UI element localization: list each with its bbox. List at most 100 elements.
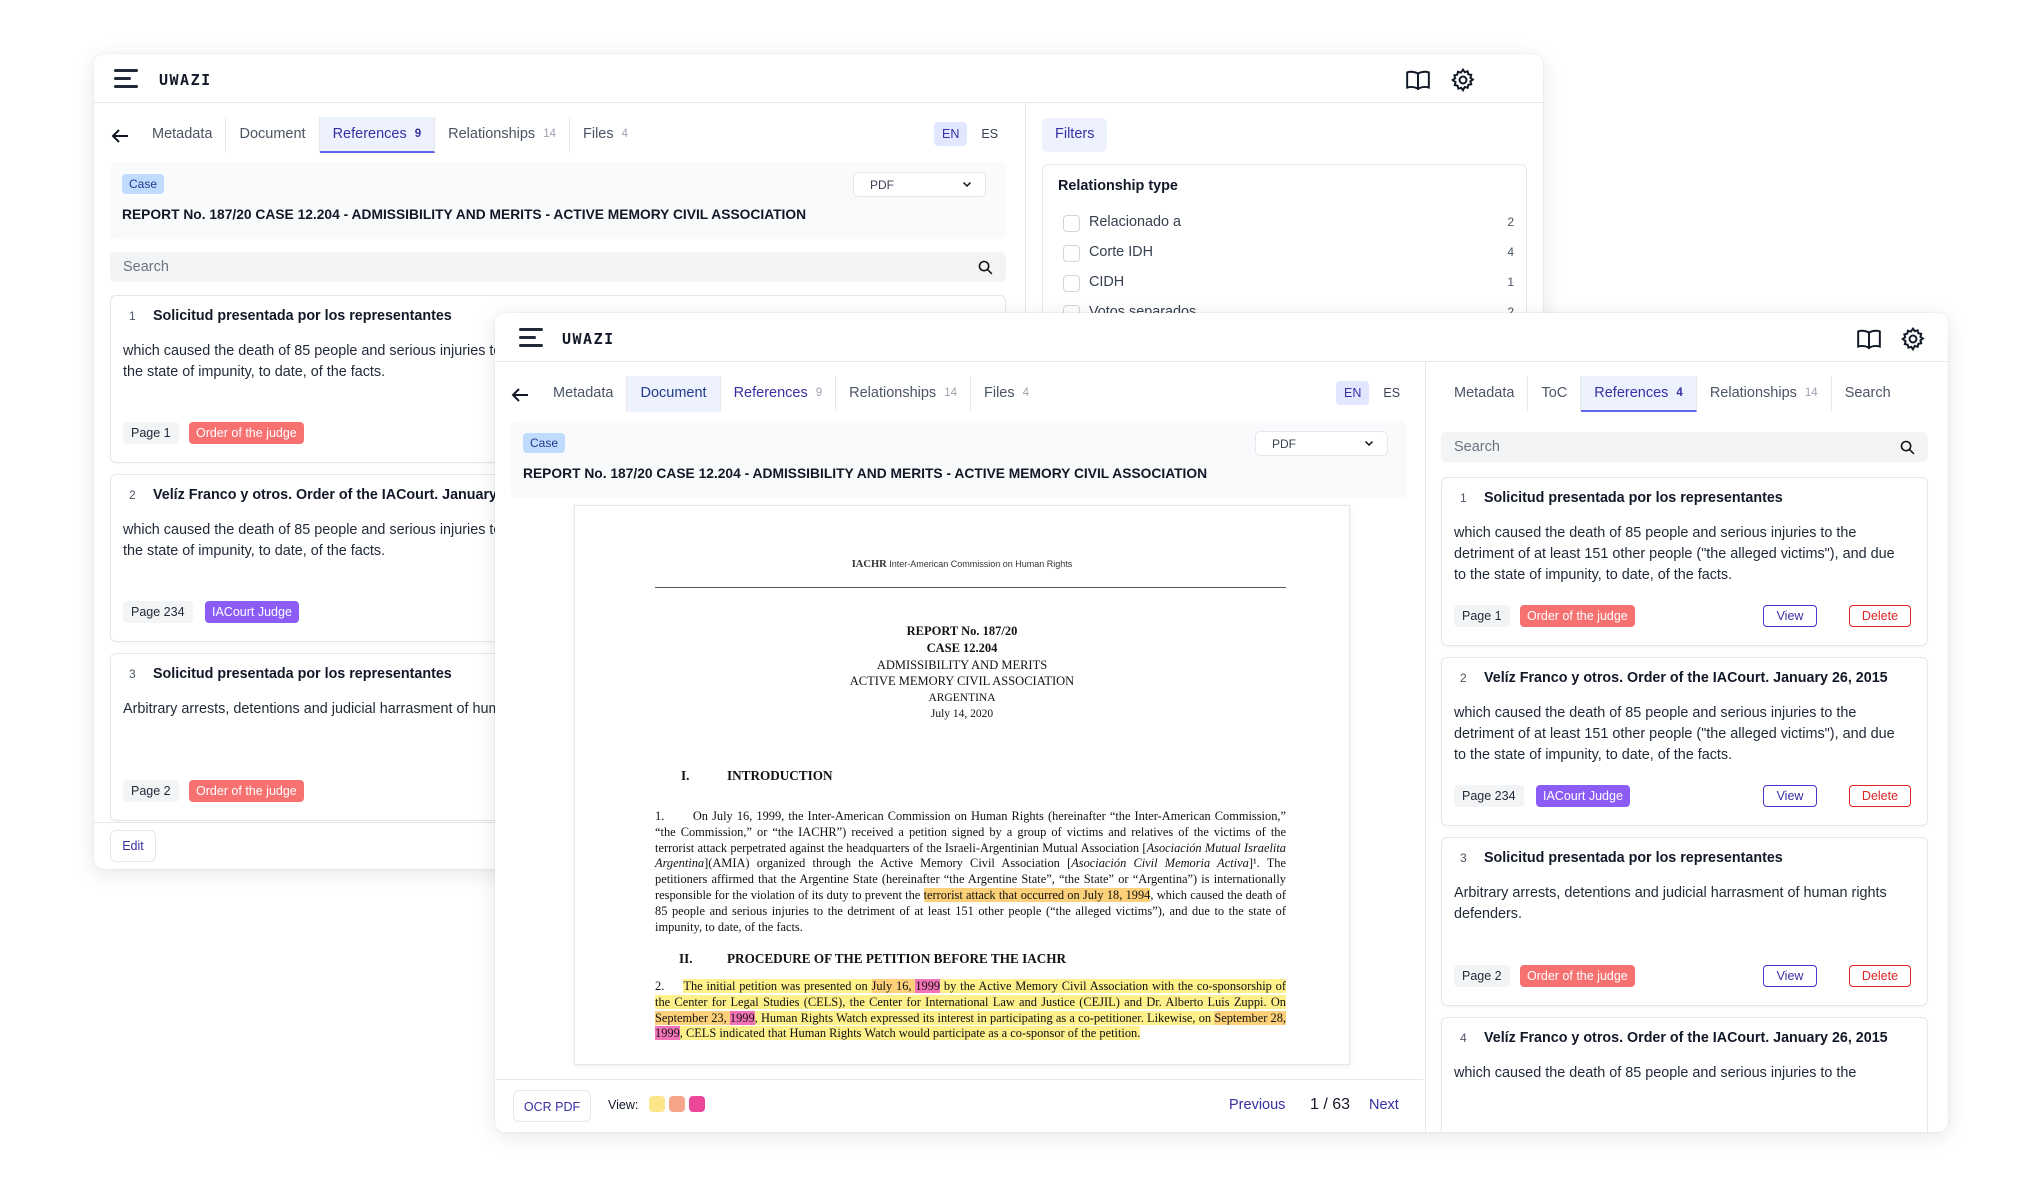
top-bar: UWAZI [495, 313, 1948, 362]
tab-search[interactable]: Search [1832, 376, 1904, 412]
relation-tag: Order of the judge [189, 422, 304, 444]
tab-document[interactable]: Document [226, 117, 319, 153]
template-badge: Case [523, 433, 565, 453]
reference-card[interactable]: 1 Solicitud presentada por los represent… [1441, 477, 1928, 646]
tab-metadata[interactable]: Metadata [540, 376, 627, 412]
language-switch: EN ES [1336, 381, 1408, 405]
entity-header: Case PDF REPORT No. 187/20 CASE 12.204 -… [110, 162, 1006, 239]
book-icon[interactable] [1405, 67, 1431, 93]
pdf-section-title: INTRODUCTION [727, 768, 833, 784]
chevron-down-icon [1363, 437, 1375, 449]
tab-files[interactable]: Files4 [971, 376, 1042, 412]
pdf-select[interactable]: PDF [853, 172, 986, 197]
tab-document[interactable]: Document [627, 376, 720, 412]
lang-es[interactable]: ES [1375, 381, 1408, 405]
tab-metadata[interactable]: Metadata [1441, 376, 1528, 412]
tab-count: 4 [1676, 387, 1682, 399]
page-badge: Page 2 [123, 780, 179, 802]
checkbox[interactable] [1063, 275, 1080, 292]
previous-page-button[interactable]: Previous [1229, 1097, 1285, 1113]
pdf-subtitle: ADMISSIBILITY AND MERITS [575, 657, 1349, 674]
reference-card[interactable]: 4 Velíz Franco y otros. Order of the IAC… [1441, 1017, 1928, 1132]
tab-count: 14 [543, 128, 556, 140]
next-page-button[interactable]: Next [1369, 1097, 1399, 1113]
tab-count: 14 [1805, 387, 1818, 399]
page-badge: Page 234 [1454, 785, 1524, 807]
app-brand: UWAZI [159, 71, 212, 89]
delete-button[interactable]: Delete [1849, 785, 1911, 807]
tab-count: 14 [944, 387, 957, 399]
filter-option: Corte IDH4 [1063, 243, 1514, 263]
relation-tag: Order of the judge [1520, 965, 1635, 987]
document-footer: OCR PDF View: Previous 1 / 63 Next [495, 1079, 1423, 1132]
tab-relationships[interactable]: Relationships14 [435, 117, 570, 153]
pdf-rule [655, 587, 1286, 588]
app-brand: UWAZI [562, 330, 615, 348]
relation-tag: IACourt Judge [1536, 785, 1630, 807]
page-badge: Page 234 [123, 601, 193, 623]
filters-button[interactable]: Filters [1042, 118, 1107, 152]
magnifier-icon[interactable] [1899, 439, 1916, 456]
gear-icon[interactable] [1450, 67, 1476, 93]
tab-relationships[interactable]: Relationships14 [836, 376, 971, 412]
arrow-left-icon[interactable] [108, 124, 132, 148]
tab-files[interactable]: Files4 [570, 117, 641, 153]
search-input[interactable]: Search [110, 252, 1006, 282]
ocr-pdf-button[interactable]: OCR PDF [513, 1090, 591, 1122]
tab-references[interactable]: References9 [320, 117, 436, 153]
delete-button[interactable]: Delete [1849, 965, 1911, 987]
hamburger-menu-icon[interactable] [114, 69, 138, 89]
highlight[interactable]: terrorist attack that occurred on July 1… [924, 888, 1151, 902]
document-viewer-window: UWAZI Metadata Document References9 Rela… [495, 313, 1948, 1132]
filter-title: Relationship type [1058, 178, 1178, 194]
page-badge: Page 1 [1454, 605, 1510, 627]
tab-count: 9 [816, 387, 822, 399]
tab-toc[interactable]: ToC [1528, 376, 1581, 412]
page-title: REPORT No. 187/20 CASE 12.204 - ADMISSIB… [122, 207, 806, 222]
panel-divider [1425, 362, 1426, 1132]
filter-option: CIDH1 [1063, 273, 1514, 293]
book-icon[interactable] [1856, 326, 1882, 352]
highlight[interactable]: The initial petition was presented on Ju… [655, 979, 1286, 1040]
hamburger-menu-icon[interactable] [519, 328, 543, 348]
filter-option: Relacionado a2 [1063, 213, 1514, 233]
lang-en[interactable]: EN [934, 122, 967, 146]
entity-header: Case PDF REPORT No. 187/20 CASE 12.204 -… [511, 421, 1407, 498]
reference-card[interactable]: 3 Solicitud presentada por los represent… [1441, 837, 1928, 1006]
view-button[interactable]: View [1763, 785, 1817, 807]
entity-tabs: Metadata Document References9 Relationsh… [540, 376, 1042, 412]
relation-tag: Order of the judge [1520, 605, 1635, 627]
view-button[interactable]: View [1763, 965, 1817, 987]
highlight-swatch-yellow[interactable] [649, 1096, 665, 1112]
gear-icon[interactable] [1900, 326, 1926, 352]
tab-relationships[interactable]: Relationships14 [1697, 376, 1832, 412]
checkbox[interactable] [1063, 215, 1080, 232]
tab-metadata[interactable]: Metadata [139, 117, 226, 153]
highlight-swatch-orange[interactable] [669, 1096, 685, 1112]
pdf-paragraph: 2. The initial petition was presented on… [655, 979, 1286, 1042]
magnifier-icon[interactable] [977, 259, 994, 276]
pdf-subtitle: ACTIVE MEMORY CIVIL ASSOCIATION [575, 673, 1349, 690]
tab-count: 9 [415, 128, 421, 140]
language-switch: EN ES [934, 122, 1006, 146]
arrow-left-icon[interactable] [508, 383, 532, 407]
lang-es[interactable]: ES [973, 122, 1006, 146]
relation-tag: IACourt Judge [205, 601, 299, 623]
highlight-swatch-pink[interactable] [689, 1096, 705, 1112]
edit-button[interactable]: Edit [110, 830, 156, 862]
view-button[interactable]: View [1763, 605, 1817, 627]
entity-tabs: Metadata Document References9 Relationsh… [139, 117, 641, 153]
chevron-down-icon [961, 178, 973, 190]
view-label: View: [608, 1098, 638, 1112]
tab-references[interactable]: References9 [721, 376, 837, 412]
search-input[interactable]: Search [1441, 432, 1928, 462]
lang-en[interactable]: EN [1336, 381, 1369, 405]
reference-card[interactable]: 2 Velíz Franco y otros. Order of the IAC… [1441, 657, 1928, 826]
tab-references[interactable]: References4 [1581, 376, 1697, 412]
checkbox[interactable] [1063, 245, 1080, 262]
delete-button[interactable]: Delete [1849, 605, 1911, 627]
pdf-page[interactable]: IACHR Inter-American Commission on Human… [574, 505, 1350, 1065]
pdf-select[interactable]: PDF [1255, 431, 1388, 456]
page-title: REPORT No. 187/20 CASE 12.204 - ADMISSIB… [523, 466, 1207, 481]
pdf-section-title: PROCEDURE OF THE PETITION BEFORE THE IAC… [727, 951, 1066, 967]
